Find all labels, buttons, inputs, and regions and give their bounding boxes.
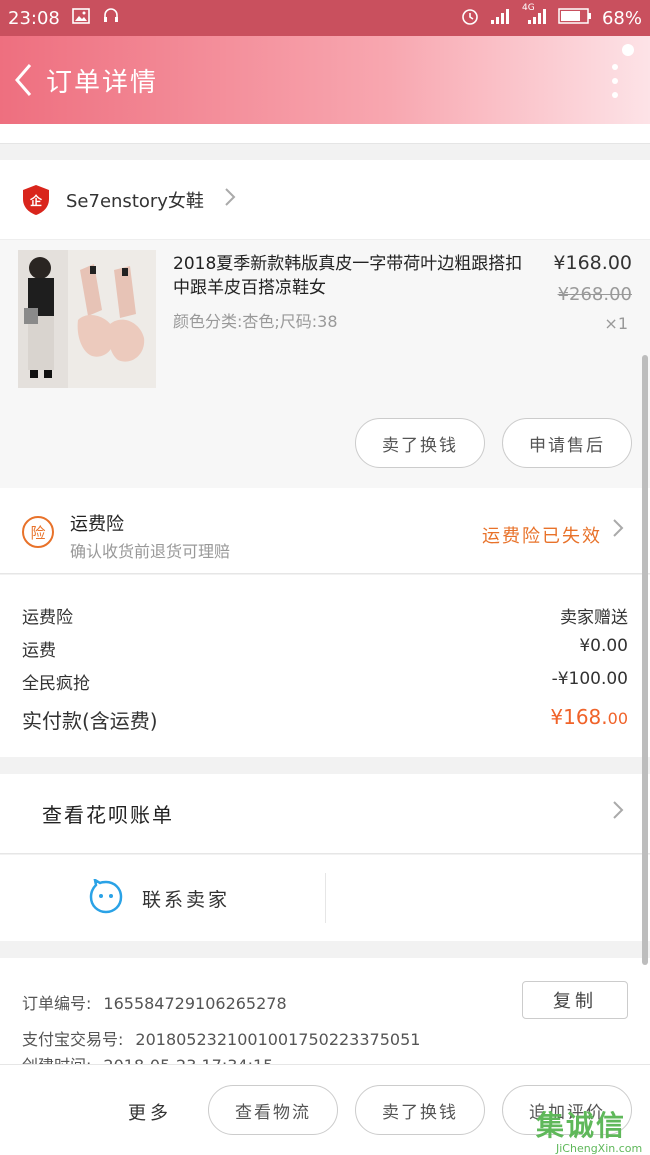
watermark-url: JiChengXin.com [556, 1142, 643, 1155]
divider [325, 873, 326, 923]
order-number-row: 订单编号: 165584729106265278 [22, 990, 287, 1014]
chevron-left-icon [15, 64, 32, 96]
shop-name: Se7enstory女鞋 [66, 190, 204, 212]
chat-face-icon[interactable] [88, 879, 124, 915]
created-time-label: 创建时间: [22, 1056, 91, 1064]
created-time-row: 创建时间: 2018-05-23 17:34:15 [22, 1052, 273, 1064]
more-button[interactable]: 更多 [128, 1099, 172, 1125]
order-number: 165584729106265278 [103, 994, 287, 1013]
total-amount: ¥168.00 [550, 705, 628, 734]
total-label: 实付款(含运费) [22, 709, 158, 733]
view-logistics-button[interactable]: 查看物流 [208, 1085, 338, 1135]
product-quantity: ×1 [604, 314, 628, 333]
created-time: 2018-05-23 17:34:15 [103, 1056, 273, 1064]
chevron-right-icon [224, 187, 236, 213]
after-sale-button[interactable]: 申请售后 [502, 418, 632, 468]
shop-row[interactable]: 企 Se7enstory女鞋 [0, 160, 650, 240]
insurance-icon: 险 [22, 516, 54, 548]
total-amount-main: ¥168. [550, 705, 608, 729]
total-row: 实付款(含运费) ¥168.00 [22, 705, 628, 734]
order-number-label: 订单编号: [22, 994, 92, 1013]
contact-seller-button[interactable]: 联系卖家 [142, 885, 230, 912]
fee-value: ¥0.00 [579, 636, 628, 656]
battery-percent: 68% [601, 7, 642, 29]
more-dot-icon [612, 92, 618, 98]
copy-button[interactable]: 复制 [522, 981, 628, 1019]
chevron-right-icon [612, 518, 624, 544]
more-dot-icon [612, 78, 618, 84]
product-item[interactable]: 2018夏季新款韩版真皮一字带荷叶边粗跟搭扣中跟羊皮百搭凉鞋女 颜色分类:杏色;… [0, 240, 650, 488]
status-time: 23:08 [8, 7, 60, 29]
page-title: 订单详情 [46, 67, 159, 98]
huabei-label: 查看花呗账单 [42, 803, 174, 827]
insurance-status: 运费险已失效 [482, 526, 602, 547]
sell-item-button[interactable]: 卖了换钱 [355, 1085, 485, 1135]
battery-icon [558, 7, 592, 29]
notification-dot [622, 44, 634, 56]
fee-row: 全民疯抢 -¥100.00 [22, 669, 628, 694]
image-icon [72, 7, 90, 30]
fee-row: 运费险 卖家赠送 [22, 603, 628, 628]
fee-label: 全民疯抢 [22, 674, 90, 694]
nav-bar: 订单详情 [0, 36, 650, 124]
order-info: 订单编号: 165584729106265278 复制 支付宝交易号: 201805… [0, 958, 650, 1064]
network-label: 4G [521, 2, 535, 13]
alipay-number-label: 支付宝交易号: [22, 1030, 124, 1049]
svg-text:企: 企 [29, 193, 43, 208]
shipping-insurance-row[interactable]: 险 运费险 确认收货前退货可理赔 运费险已失效 [0, 488, 650, 574]
product-original-price: ¥268.00 [557, 284, 632, 305]
fee-row: 运费 ¥0.00 [22, 636, 628, 661]
alipay-number-row: 支付宝交易号: 2018052321001001750223375051 [22, 1026, 420, 1050]
headset-icon [102, 7, 120, 30]
fee-value: 卖家赠送 [560, 608, 628, 628]
product-sku: 颜色分类:杏色;尺码:38 [173, 312, 338, 331]
contact-bar: 联系卖家 [0, 855, 650, 941]
chevron-right-icon [612, 800, 624, 826]
product-price: ¥168.00 [553, 252, 632, 274]
alipay-number: 2018052321001001750223375051 [135, 1030, 421, 1049]
total-amount-cents: 00 [607, 709, 628, 728]
fee-value: -¥100.00 [551, 669, 628, 689]
signal-icon [490, 7, 512, 30]
more-menu-button[interactable] [610, 64, 620, 98]
product-title: 2018夏季新款韩版真皮一字带荷叶边粗跟搭扣中跟羊皮百搭凉鞋女 [173, 254, 523, 298]
insurance-subtitle: 确认收货前退货可理赔 [70, 542, 231, 561]
product-image[interactable] [18, 250, 156, 388]
top-strip [0, 124, 650, 144]
back-button[interactable] [0, 36, 46, 124]
fee-label: 运费险 [22, 608, 73, 628]
fee-label: 运费 [22, 641, 56, 661]
signal-4g-icon: 4G [522, 3, 548, 30]
watermark-logo: 集诚信 JiChengXin.com [530, 1102, 650, 1155]
more-dot-icon [612, 64, 618, 70]
fee-summary: 运费险 卖家赠送 运费 ¥0.00 全民疯抢 -¥100.00 实付款(含运费)… [0, 575, 650, 757]
alarm-icon [460, 6, 480, 31]
huabei-bill-row[interactable]: 查看花呗账单 [0, 774, 650, 854]
insurance-title: 运费险 [70, 514, 124, 535]
sell-item-button[interactable]: 卖了换钱 [355, 418, 485, 468]
scrollbar[interactable] [642, 355, 648, 965]
status-bar: 23:08 4G 68% [0, 0, 650, 36]
watermark-text: 集诚信 [536, 1109, 627, 1142]
tmall-enterprise-icon: 企 [23, 184, 49, 215]
